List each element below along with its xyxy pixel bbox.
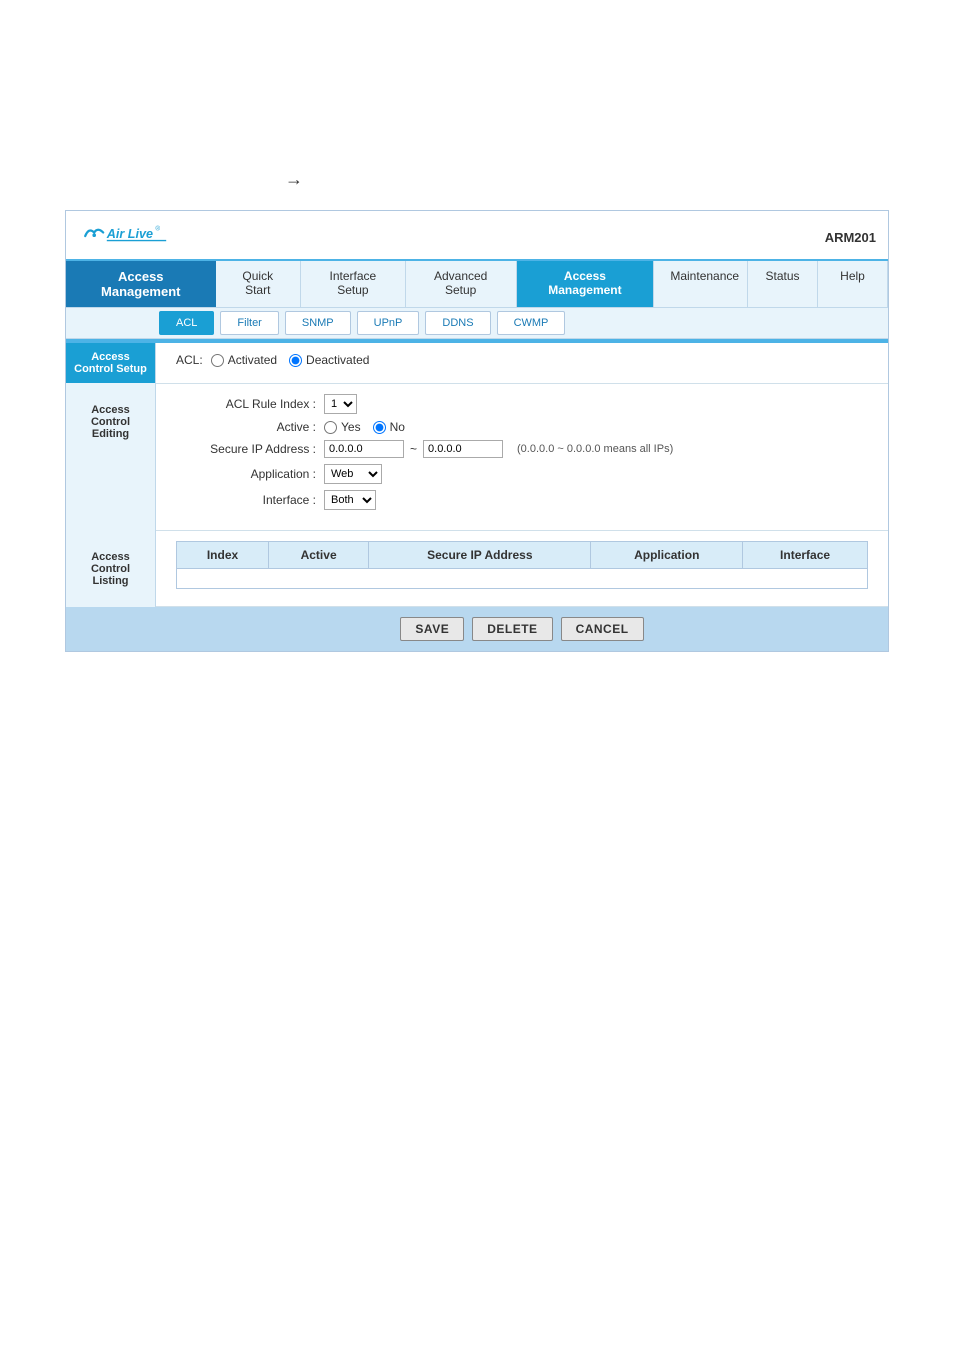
table-empty-row (177, 569, 868, 589)
svg-text:Air Live: Air Live (106, 227, 153, 241)
delete-button[interactable]: DELETE (472, 617, 552, 641)
sub-nav-snmp[interactable]: SNMP (285, 311, 351, 335)
acl-setup-content: ACL: Activated Deactivated (156, 343, 888, 384)
acl-listing-row: Access Control Listing Index Active Secu… (66, 531, 888, 607)
svg-text:®: ® (155, 225, 160, 233)
airlive-logo: Air Live ® (78, 219, 168, 255)
sub-nav-upnp[interactable]: UPnP (357, 311, 420, 335)
col-index: Index (177, 542, 269, 569)
acl-activated-option[interactable]: Activated (211, 353, 277, 367)
ip-to-input[interactable] (423, 440, 503, 458)
nav-item-quick-start[interactable]: Quick Start (216, 261, 301, 307)
form-row-secure-ip: Secure IP Address : ~ (0.0.0.0 ~ 0.0.0.0… (176, 440, 868, 458)
nav-sidebar-label[interactable]: Access Management (66, 261, 216, 307)
nav-item-status[interactable]: Status (748, 261, 818, 307)
active-yes-radio[interactable] (324, 421, 337, 434)
nav-item-access-management[interactable]: Access Management (517, 261, 655, 307)
sub-nav-cwmp[interactable]: CWMP (497, 311, 566, 335)
model-name: ARM201 (825, 230, 876, 245)
acl-activated-label: Activated (228, 353, 277, 367)
ip-tilde: ~ (410, 442, 417, 456)
sidebar-listing: Access Control Listing (66, 531, 156, 607)
ip-range: ~ (0.0.0.0 ~ 0.0.0.0 means all IPs) (324, 440, 673, 458)
ip-hint: (0.0.0.0 ~ 0.0.0.0 means all IPs) (517, 443, 673, 455)
sidebar-access-control-listing: Access Control Listing (70, 541, 151, 597)
nav-item-interface-setup[interactable]: Interface Setup (301, 261, 406, 307)
nav-item-maintenance[interactable]: Maintenance (654, 261, 748, 307)
col-secure-ip: Secure IP Address (369, 542, 591, 569)
active-radio-group: Yes No (324, 420, 405, 434)
nav-bar: Access Management Quick Start Interface … (66, 261, 888, 307)
form-row-interface: Interface : Both LAN WAN (176, 490, 868, 510)
active-yes-option[interactable]: Yes (324, 420, 361, 434)
sidebar-editing: Access Control Editing (66, 384, 156, 531)
sidebar-action (66, 607, 156, 651)
table-header-row: Index Active Secure IP Address Applicati… (177, 542, 868, 569)
form-row-active: Active : Yes No (176, 420, 868, 434)
acl-rule-index-select[interactable]: 1 (324, 394, 357, 414)
form-row-acl-rule-index: ACL Rule Index : 1 (176, 394, 868, 414)
sub-nav: ACL Filter SNMP UPnP DDNS CWMP (66, 307, 888, 339)
arrow-icon: → (285, 169, 303, 190)
active-no-radio[interactable] (373, 421, 386, 434)
sub-nav-items: ACL Filter SNMP UPnP DDNS CWMP (156, 308, 888, 338)
acl-editing-row: Access Control Editing ACL Rule Index : … (66, 384, 888, 531)
acl-activated-radio[interactable] (211, 354, 224, 367)
col-active: Active (269, 542, 369, 569)
save-button[interactable]: SAVE (400, 617, 464, 641)
secure-ip-label: Secure IP Address : (176, 442, 316, 456)
action-bar: SAVE DELETE CANCEL (156, 607, 888, 651)
router-ui-container: Air Live ® ARM201 Access Management Quic… (65, 210, 889, 652)
top-spacer: → (0, 0, 954, 200)
header: Air Live ® ARM201 (66, 211, 888, 261)
form-row-application: Application : Web Telnet SNMP ICMP All (176, 464, 868, 484)
ip-from-input[interactable] (324, 440, 404, 458)
acl-rule-index-label: ACL Rule Index : (176, 397, 316, 411)
acl-listing-content: Index Active Secure IP Address Applicati… (156, 531, 888, 607)
sub-nav-ddns[interactable]: DDNS (425, 311, 490, 335)
acl-deactivated-option[interactable]: Deactivated (289, 353, 369, 367)
content-area: Access Control Setup ACL: Activated Deac… (66, 343, 888, 651)
active-label: Active : (176, 420, 316, 434)
acl-form-content: ACL Rule Index : 1 Active : Yes (156, 384, 888, 531)
acl-row: ACL: Activated Deactivated (156, 343, 888, 373)
nav-item-help[interactable]: Help (818, 261, 888, 307)
sidebar-access-control-editing: Access Control Editing (70, 394, 151, 450)
active-no-label: No (390, 420, 405, 434)
nav-item-advanced-setup[interactable]: Advanced Setup (406, 261, 517, 307)
listing-table: Index Active Secure IP Address Applicati… (176, 541, 868, 589)
sub-nav-acl[interactable]: ACL (159, 311, 214, 335)
acl-deactivated-radio[interactable] (289, 354, 302, 367)
acl-label: ACL: (176, 353, 203, 367)
sidebar-left: Access Control Setup (66, 343, 156, 384)
sidebar-access-control-setup: Access Control Setup (66, 343, 155, 383)
col-interface: Interface (743, 542, 868, 569)
col-application: Application (591, 542, 743, 569)
acl-radio-group: Activated Deactivated (211, 353, 370, 367)
acl-deactivated-label: Deactivated (306, 353, 369, 367)
cancel-button[interactable]: CANCEL (561, 617, 644, 641)
interface-label: Interface : (176, 493, 316, 507)
sub-nav-filter[interactable]: Filter (220, 311, 278, 335)
action-bar-row: SAVE DELETE CANCEL (66, 607, 888, 651)
logo-area: Air Live ® (78, 219, 168, 255)
acl-setup-row: Access Control Setup ACL: Activated Deac… (66, 343, 888, 384)
sub-nav-spacer (66, 309, 156, 337)
application-select[interactable]: Web Telnet SNMP ICMP All (324, 464, 382, 484)
active-yes-label: Yes (341, 420, 361, 434)
interface-select[interactable]: Both LAN WAN (324, 490, 376, 510)
active-no-option[interactable]: No (373, 420, 405, 434)
application-label: Application : (176, 467, 316, 481)
